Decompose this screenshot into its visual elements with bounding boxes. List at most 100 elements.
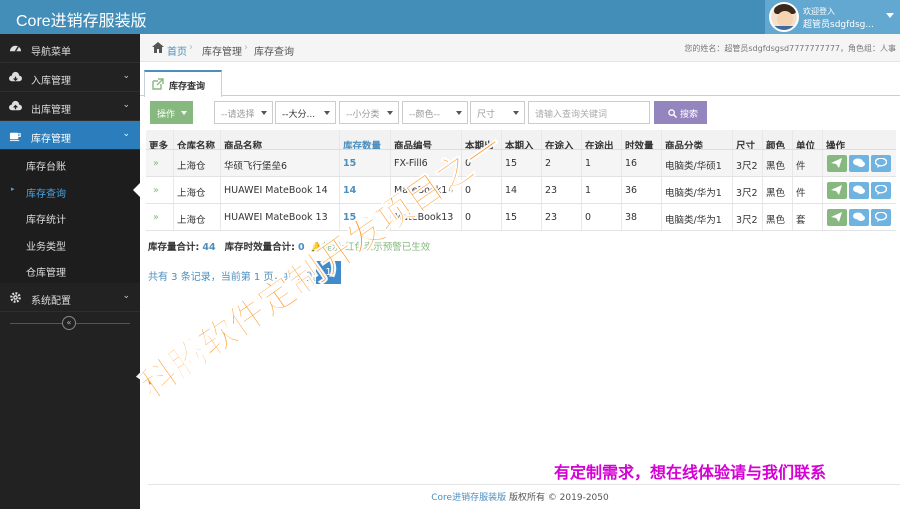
category-minor-select[interactable]: --小分类 [339,101,399,124]
cell-color: 黑色 [763,204,793,230]
expand-icon[interactable]: » [146,150,174,176]
cloud-upload-icon [9,100,22,111]
sidebar-item-outbound[interactable]: 出库管理 ⌄ [0,92,140,121]
table-row[interactable]: » 上海仓 华硕飞行堡垒6 15 FX-Fill6 0 15 2 1 16 电脑… [146,150,896,177]
comment-icon[interactable] [871,182,891,199]
table-row[interactable]: » 上海仓 HUAWEI MateBook 13 15 MateBook13 0… [146,204,896,231]
comment-icon[interactable] [871,155,891,172]
caret-down-icon [324,111,330,115]
cell-product-name: HUAWEI MateBook 14 [221,177,340,203]
column-header[interactable]: 本期入 [502,130,542,149]
expand-icon[interactable]: » [146,177,174,203]
sidebar-subitem-query[interactable]: ▸ 库存查询 [0,176,140,203]
search-button[interactable]: 搜索 [654,101,707,124]
column-header[interactable]: 在途出 [582,130,622,149]
cell-stock-qty: 15 [340,150,391,176]
cell-product-name: 华硕飞行堡垒6 [221,150,340,176]
cell-period-in: 14 [502,177,542,203]
caret-down-icon [387,111,393,115]
user-menu[interactable]: 欢迎登入 超管员sdgfdsg... [765,0,900,34]
category-minor-value: --小分类 [346,110,380,120]
column-header[interactable]: 颜色 [763,130,793,149]
footer-copyright: 版权所有 © 2019-2050 [506,493,609,503]
cell-size: 3尺2 [733,204,763,230]
cell-valid-qty: 16 [622,150,662,176]
cell-actions [823,204,896,230]
chevron-down-icon: ⌄ [122,290,130,301]
sidebar-item-stock[interactable]: 库存管理 ⌄ [0,121,140,150]
send-icon[interactable] [827,182,847,199]
tab-label: 库存查询 [169,82,206,92]
sidebar-subitem-label: 库存查询 [26,188,66,200]
footer-brand[interactable]: Core进销存服装版 [431,493,506,503]
table-row[interactable]: » 上海仓 HUAWEI MateBook 14 14 MateBook14 0… [146,177,896,204]
column-header[interactable]: 在途入 [542,130,582,149]
sidebar-item-label: 导航菜单 [31,47,71,58]
warehouse-select-value: --请选择 [221,110,255,120]
tab-strip: 库存查询 [140,62,900,97]
sidebar-item-inbound[interactable]: 入库管理 ⌄ [0,63,140,92]
sidebar-subitem-stats[interactable]: 库存统计 [0,203,140,230]
search-button-label: 搜索 [680,110,699,120]
sidebar-subitem-ledger[interactable]: 库存台账 [0,150,140,177]
total-value: 44 [202,242,216,253]
sidebar-item-label: 入库管理 [31,76,71,87]
cell-transit-in: 23 [542,177,582,203]
app-title[interactable]: Core进销存服装版 [16,7,147,31]
send-icon[interactable] [827,155,847,172]
sidebar-item-nav[interactable]: 导航菜单 [0,34,140,63]
warehouse-select[interactable]: --请选择 [214,101,273,124]
comment-icon[interactable] [871,209,891,226]
tab-stock-query[interactable]: 库存查询 [144,70,222,97]
total-label: 库存量合计: [148,242,200,253]
user-name: 超管员sdgfdsg... [803,20,874,30]
cell-warehouse: 上海仓 [174,150,221,176]
home-icon[interactable] [152,42,164,53]
cell-transit-out: 1 [582,177,622,203]
cell-unit: 件 [793,150,823,176]
category-major-select[interactable]: --大分... [275,101,336,124]
column-header[interactable]: 商品分类 [662,130,733,149]
column-header[interactable]: 商品名称 [221,130,340,149]
comments-icon[interactable] [849,182,869,199]
cell-period-in: 15 [502,204,542,230]
collapse-icon[interactable]: « [62,315,76,330]
promo-text: 有定制需求，想在线体验请与我们联系 [554,463,827,482]
color-select[interactable]: --颜色-- [402,101,468,124]
expand-icon[interactable]: » [146,204,174,230]
cell-transit-in: 23 [542,204,582,230]
breadcrumb-separator: › [189,42,193,53]
column-header[interactable]: 仓库名称 [174,130,221,149]
sidebar-item-label: 系统配置 [31,295,71,307]
breadcrumb-stock: 库存管理 [202,47,242,58]
user-welcome: 欢迎登入 [803,7,835,16]
send-icon[interactable] [827,209,847,226]
gear-icon [10,291,21,303]
sidebar-item-settings[interactable]: 系统配置 ⌄ [0,283,140,312]
column-header[interactable]: 单位 [793,130,823,149]
column-header[interactable]: 库存数量 [340,130,391,149]
user-info: 您的姓名：超管员sdgfdsgsd7777777777，角色组：人事 [684,44,896,53]
cell-warehouse: 上海仓 [174,204,221,230]
column-header[interactable]: 时效量 [622,130,662,149]
search-input[interactable]: 请输入查询关键词 [528,101,650,124]
divider [148,484,900,485]
search-icon [668,109,677,118]
sidebar: 导航菜单 入库管理 ⌄ 出库管理 ⌄ 库存管理 ⌄ 库存台账 ▸ 库存查询 库存统… [0,34,140,509]
column-header[interactable]: 尺寸 [733,130,763,149]
breadcrumb-home[interactable]: 首页 [167,43,187,58]
coffee-icon [9,132,21,142]
caret-down-icon[interactable] [886,13,894,18]
cloud-download-icon [9,71,22,82]
operations-button[interactable]: 操作 [150,101,193,124]
cell-valid-qty: 36 [622,177,662,203]
sidebar-subitem-warehouse[interactable]: 仓库管理 [0,256,140,283]
breadcrumb-query: 库存查询 [254,47,294,58]
filter-toolbar: 操作 --请选择 --大分... --小分类 --颜色-- 尺寸 请输入查询关键… [150,101,895,125]
cell-transit-out: 1 [582,150,622,176]
comments-icon[interactable] [849,209,869,226]
comments-icon[interactable] [849,155,869,172]
sidebar-subitem-biztype[interactable]: 业务类型 [0,229,140,256]
caret-right-icon: ▸ [11,184,15,193]
top-navbar: Core进销存服装版 欢迎登入 超管员sdgfdsg... [0,0,900,34]
